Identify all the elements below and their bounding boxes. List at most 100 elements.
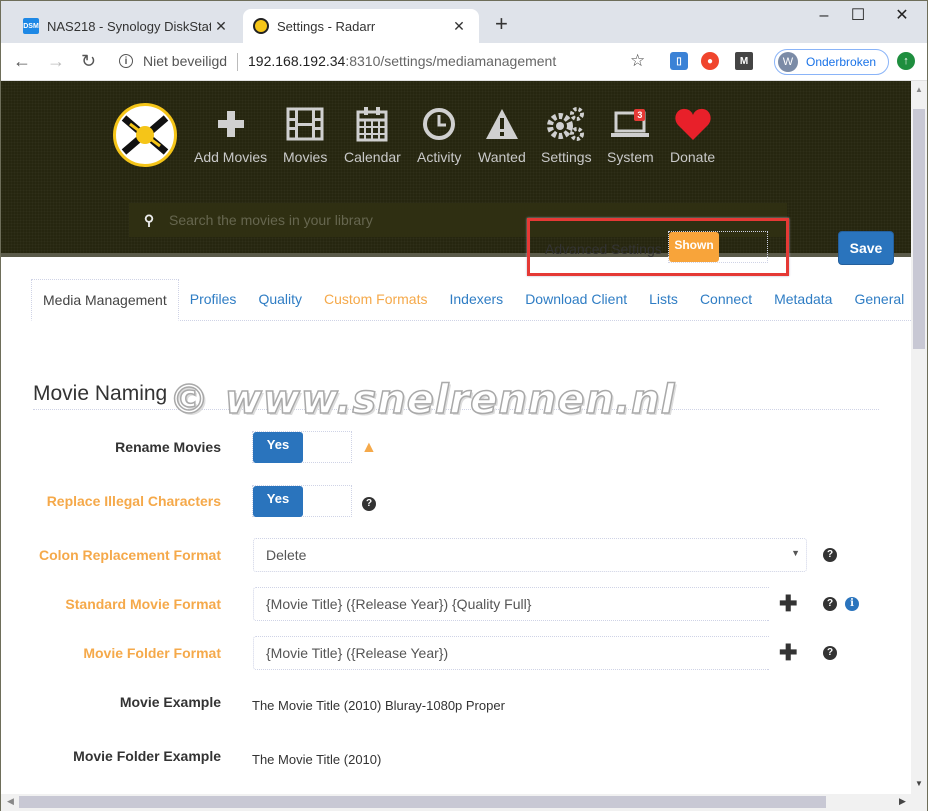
tab-lists[interactable]: Lists [638, 279, 689, 321]
new-tab-button[interactable]: + [495, 13, 508, 35]
nav-add-movies[interactable]: Add Movies [194, 105, 267, 165]
help-icon[interactable]: ? [823, 646, 837, 660]
vertical-scrollbar[interactable]: ▲ ▼ [911, 81, 927, 794]
minimize-button[interactable]: – [809, 5, 839, 27]
radarr-icon [253, 18, 269, 34]
tab-download-client[interactable]: Download Client [514, 279, 638, 321]
standard-format-input[interactable]: {Movie Title} ({Release Year}) {Quality … [253, 587, 769, 621]
scrollbar-thumb[interactable] [19, 796, 826, 808]
folder-format-label: Movie Folder Format [83, 645, 221, 661]
nav-label: Add Movies [194, 149, 268, 165]
nav-system[interactable]: 3 System [607, 105, 654, 165]
save-button[interactable]: Save [838, 231, 894, 265]
warning-icon [484, 105, 520, 143]
select-value: Delete [266, 547, 307, 563]
nav-movies[interactable]: Movies [283, 105, 327, 165]
tab-custom-formats[interactable]: Custom Formats [313, 279, 438, 321]
nav-wanted[interactable]: Wanted [478, 105, 526, 165]
chevron-down-icon: ▼ [791, 548, 800, 558]
scroll-down-icon[interactable]: ▼ [915, 779, 923, 788]
toggle-state: Yes [253, 432, 303, 463]
gears-icon [546, 105, 586, 143]
add-token-icon[interactable]: ✚ [779, 593, 797, 615]
extension-m-icon[interactable]: M [735, 52, 753, 70]
url-separator [237, 53, 238, 71]
nav-donate[interactable]: Donate [670, 105, 715, 165]
info-icon[interactable]: i [845, 597, 859, 611]
page-viewport: Add Movies Movies Calendar Activity Want… [1, 81, 911, 794]
tab-indexers[interactable]: Indexers [438, 279, 514, 321]
help-icon[interactable]: ? [823, 597, 837, 611]
url-path: :8310/settings/mediamanagement [345, 53, 557, 69]
bookmark-star-icon[interactable]: ☆ [630, 51, 645, 71]
toggle-state: Shown [669, 232, 719, 262]
tab-metadata[interactable]: Metadata [763, 279, 843, 321]
nav-activity[interactable]: Activity [417, 105, 461, 165]
profile-button[interactable]: W Onderbroken [774, 49, 889, 75]
back-button[interactable]: ← [13, 51, 31, 71]
dsm-icon: DSM [23, 18, 39, 34]
extension-tag-icon[interactable]: ▯ [670, 52, 688, 70]
browser-tab-dsm[interactable]: DSM NAS218 - Synology DiskStation ✕ [13, 9, 241, 43]
toggle-state: Yes [253, 486, 303, 517]
close-window-button[interactable]: ✕ [887, 5, 917, 27]
profile-label: Onderbroken [806, 55, 877, 69]
tab-profiles[interactable]: Profiles [179, 279, 248, 321]
tab-quality[interactable]: Quality [247, 279, 313, 321]
help-icon[interactable]: ? [362, 497, 376, 511]
tab-media-management[interactable]: Media Management [31, 279, 179, 321]
nav-label: Activity [417, 149, 462, 165]
settings-content: Media Management Profiles Quality Custom… [1, 261, 911, 794]
nav-label: Movies [283, 149, 328, 165]
close-tab-icon[interactable]: ✕ [211, 18, 231, 35]
rename-movies-label: Rename Movies [115, 439, 221, 455]
tab-connect[interactable]: Connect [689, 279, 763, 321]
avatar: W [778, 52, 798, 72]
heart-icon [674, 105, 712, 143]
clock-icon [422, 105, 456, 143]
reload-button[interactable]: ↻ [81, 51, 96, 71]
radarr-logo[interactable] [113, 103, 177, 167]
forward-button[interactable]: → [47, 51, 65, 71]
standard-format-label: Standard Movie Format [65, 596, 221, 612]
scroll-right-icon[interactable]: ▶ [899, 796, 906, 807]
replace-illegal-label: Replace Illegal Characters [46, 493, 221, 509]
movie-example-label: Movie Example [119, 694, 221, 710]
folder-example-label: Movie Folder Example [73, 748, 221, 764]
scroll-left-icon[interactable]: ◀ [7, 796, 14, 807]
extension-red-icon[interactable]: ● [701, 52, 719, 70]
maximize-button[interactable]: ☐ [843, 5, 873, 27]
colon-replacement-select[interactable]: Delete ▼ [253, 538, 807, 572]
close-tab-icon[interactable]: ✕ [449, 18, 469, 35]
warning-icon: ▲ [361, 439, 377, 456]
advanced-settings-toggle[interactable]: Shown [668, 231, 768, 263]
url-input[interactable]: 192.168.192.34:8310/settings/mediamanage… [248, 53, 556, 69]
rename-movies-toggle[interactable]: Yes [252, 431, 352, 463]
scrollbar-thumb[interactable] [913, 109, 925, 349]
nav-label: Settings [541, 149, 592, 165]
folder-format-input[interactable]: {Movie Title} ({Release Year}) [253, 636, 769, 670]
browser-tab-radarr[interactable]: Settings - Radarr ✕ [243, 9, 479, 43]
advanced-settings-label: Advanced Settings [545, 241, 662, 257]
nav-calendar[interactable]: Calendar [344, 105, 401, 165]
folder-example-value: The Movie Title (2010) [252, 752, 382, 767]
horizontal-scrollbar[interactable]: ◀ ▶ [1, 794, 927, 811]
tab-general[interactable]: General [843, 279, 911, 321]
url-host: 192.168.192.34 [248, 53, 346, 69]
help-icon[interactable]: ? [823, 548, 837, 562]
replace-illegal-toggle[interactable]: Yes [252, 485, 352, 517]
tab-title: NAS218 - Synology DiskStation [47, 18, 211, 34]
section-title: Movie Naming [33, 382, 168, 405]
plus-icon [216, 105, 246, 143]
system-badge: 3 [634, 109, 646, 121]
nav-settings[interactable]: Settings [541, 105, 592, 165]
movie-example-value: The Movie Title (2010) Bluray-1080p Prop… [252, 698, 505, 713]
info-icon: i [119, 54, 133, 68]
settings-tabs: Media Management Profiles Quality Custom… [31, 279, 911, 321]
add-token-icon[interactable]: ✚ [779, 642, 797, 664]
browser-window: DSM NAS218 - Synology DiskStation ✕ Sett… [0, 0, 928, 811]
security-indicator[interactable]: i Niet beveiligd [119, 53, 227, 69]
update-arrow-icon[interactable]: ↑ [897, 52, 915, 70]
nav-label: Donate [670, 149, 716, 165]
scroll-up-icon[interactable]: ▲ [915, 85, 923, 94]
